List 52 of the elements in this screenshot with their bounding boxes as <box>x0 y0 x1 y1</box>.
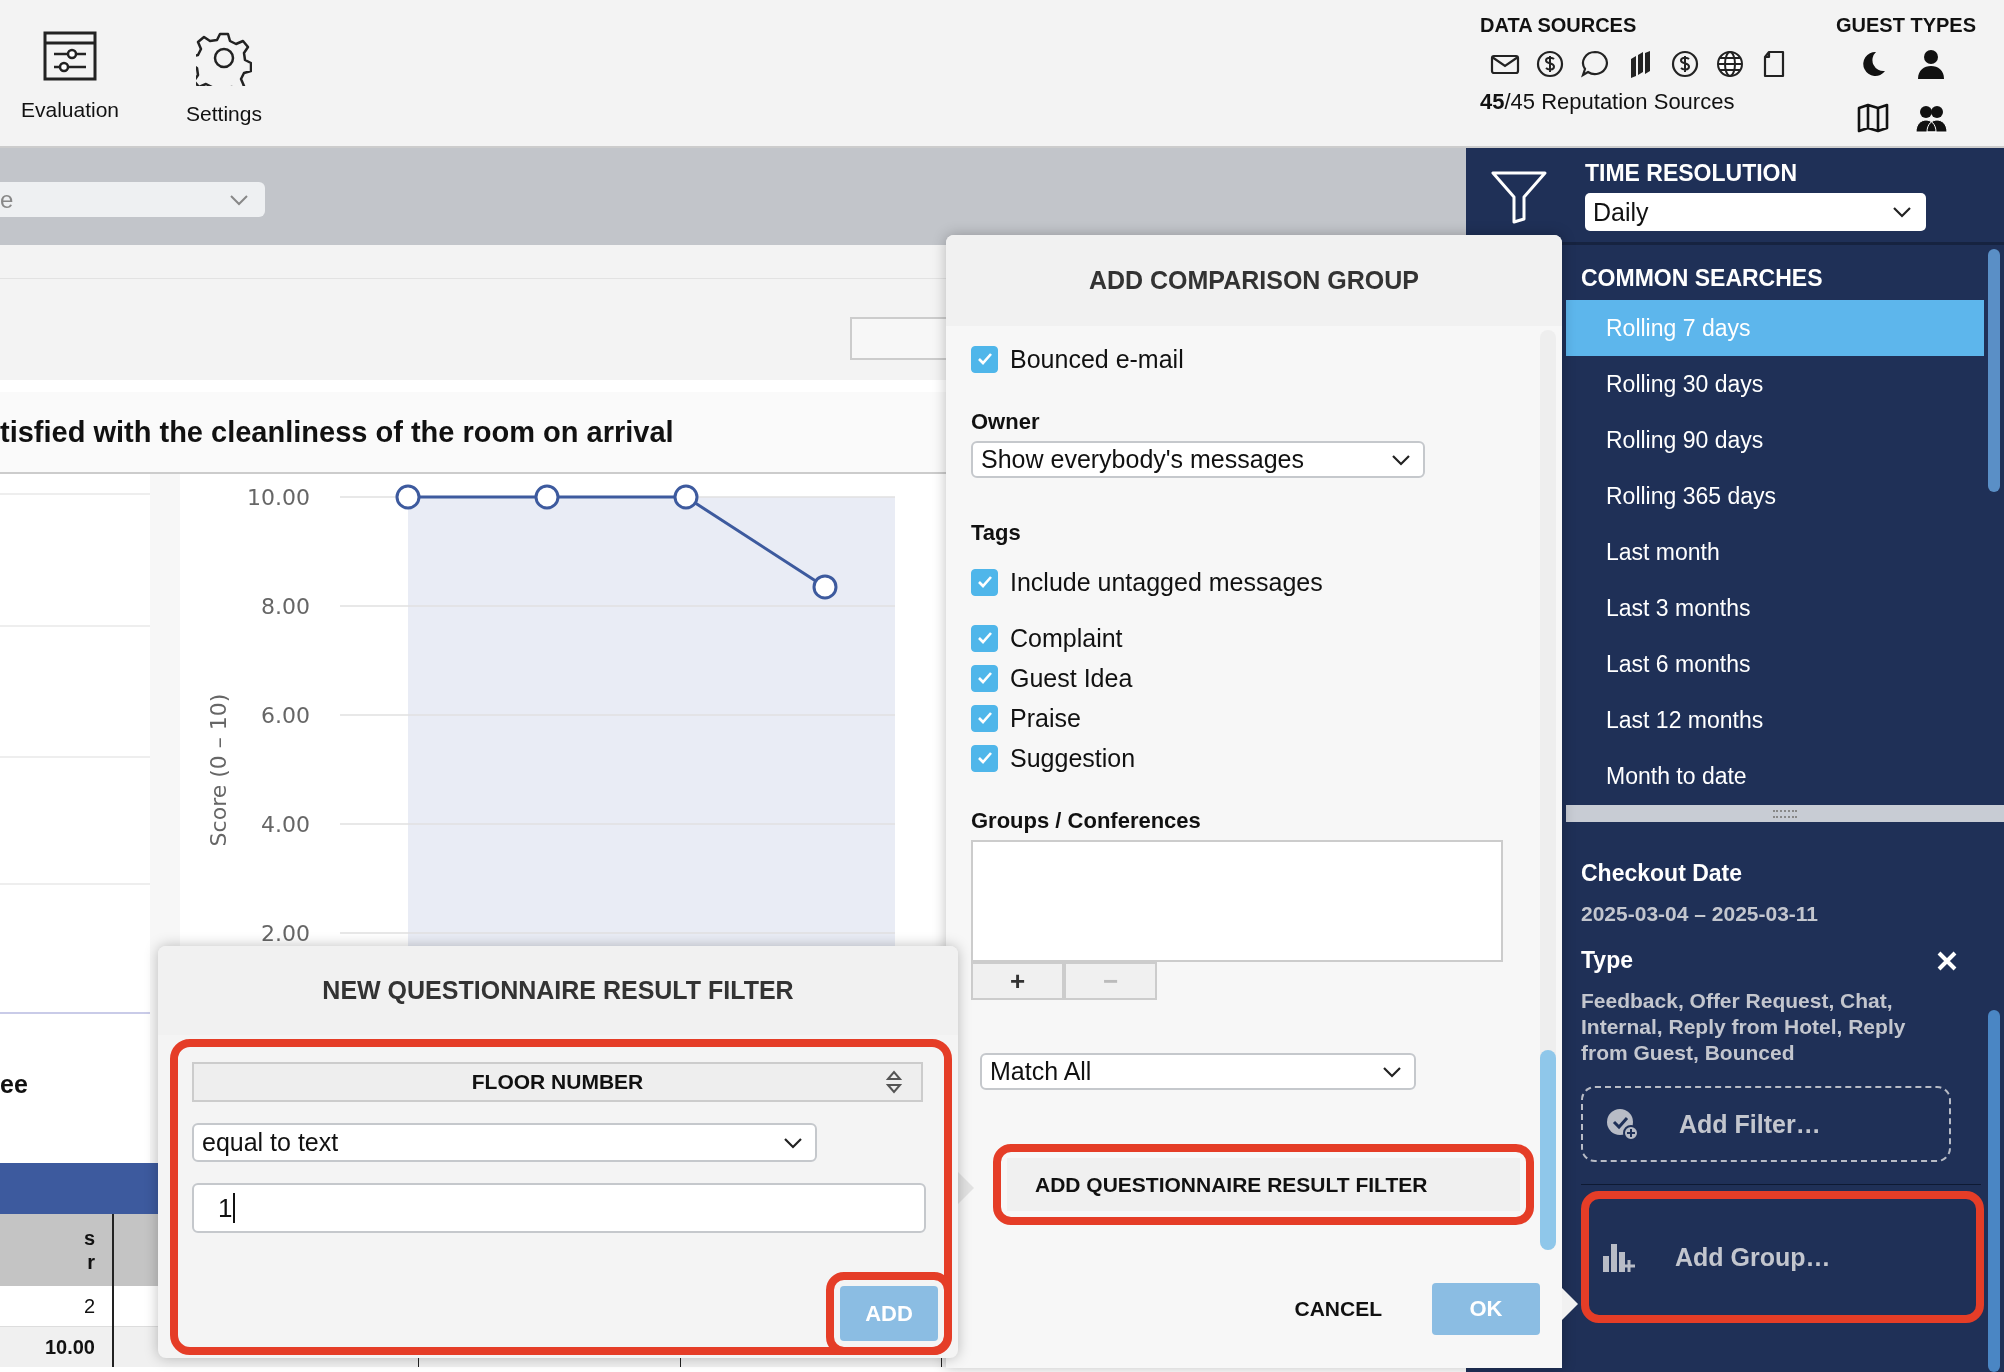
search-preset[interactable]: Last 3 months <box>1566 580 1984 636</box>
search-preset[interactable]: Last 6 months <box>1566 636 1984 692</box>
search-preset[interactable]: Last month <box>1566 524 1984 580</box>
groups-label: Groups / Conferences <box>971 808 1202 835</box>
y-tick-label: 10.00 <box>247 485 310 510</box>
owner-dropdown[interactable]: Show everybody's messages <box>971 441 1425 478</box>
filter-value: 2025-03-04 – 2025-03-11 <box>1581 901 1820 927</box>
guest-types-heading: GUEST TYPES <box>1836 14 1978 37</box>
checkbox-label: Suggestion <box>1010 743 1136 773</box>
dialog-title: NEW QUESTIONNAIRE RESULT FILTER <box>322 976 794 1005</box>
y-tick-label: 2.00 <box>261 921 310 946</box>
tags-label: Tags <box>971 520 1022 547</box>
settings-button[interactable]: Settings <box>164 30 284 126</box>
match-dropdown[interactable]: Match All <box>980 1053 1416 1090</box>
search-preset[interactable]: Last 12 months <box>1566 692 1984 748</box>
y-tick-label: 6.00 <box>261 703 310 728</box>
filter-value: Feedback, Offer Request, Chat, Internal, Reply from Hotel, Reply from Guest, Bounced <box>1581 988 1907 1066</box>
filter-label: Type <box>1581 947 1633 974</box>
time-resolution-dropdown[interactable]: Daily <box>1585 193 1926 231</box>
y-tick-label: 8.00 <box>261 594 310 619</box>
data-sources-heading: DATA SOURCES <box>1480 14 1638 37</box>
time-resolution-label: TIME RESOLUTION <box>1585 160 1799 187</box>
checkbox-label: Bounced e-mail <box>1010 344 1184 374</box>
add-filter-button[interactable]: Add Filter… <box>1581 1086 1951 1162</box>
owner-label: Owner <box>971 409 1041 436</box>
table-cell: 2 <box>0 1286 113 1327</box>
add-group-button[interactable]: Add Group… <box>1589 1199 1957 1315</box>
search-preset[interactable]: Month to date <box>1566 748 1984 804</box>
checkbox-label: Complaint <box>1010 623 1123 653</box>
column-header: s r <box>0 1214 113 1286</box>
search-preset[interactable]: Rolling 365 days <box>1566 468 1984 524</box>
question-dropdown[interactable]: FLOOR NUMBER <box>192 1062 923 1102</box>
table-cell: 10.00 <box>0 1326 113 1367</box>
add-questionnaire-filter-button[interactable]: ADD QUESTIONNAIRE RESULT FILTER <box>1007 1158 1520 1211</box>
common-searches-heading: COMMON SEARCHES <box>1580 264 1824 293</box>
search-preset[interactable]: Rolling 90 days <box>1566 412 1984 468</box>
checkbox-label: Praise <box>1010 703 1081 733</box>
operator-dropdown[interactable]: equal to text <box>192 1123 817 1162</box>
row-label: ee <box>0 1070 29 1099</box>
chart-title: tisfied with the cleanliness of the room on arrival <box>0 415 674 449</box>
add-button[interactable]: + <box>971 962 1064 1000</box>
checkbox-label: Include untagged messages <box>1010 567 1323 597</box>
y-tick-label: 4.00 <box>261 812 310 837</box>
checkbox-label: Guest Idea <box>1010 663 1133 693</box>
input-field[interactable]: 1 <box>192 1183 926 1233</box>
cancel-button[interactable]: CANCEL <box>1288 1296 1388 1322</box>
search-preset[interactable]: Rolling 30 days <box>1566 356 1984 412</box>
y-axis-title: Score (0 – 10) <box>206 693 231 847</box>
evaluation-button[interactable]: Evaluation <box>10 30 130 126</box>
reputation-sources-count: 45/45 Reputation Sources <box>1480 89 1736 115</box>
dialog-title: ADD COMPARISON GROUP <box>1088 266 1420 295</box>
filter-label: Checkout Date <box>1581 860 1743 887</box>
